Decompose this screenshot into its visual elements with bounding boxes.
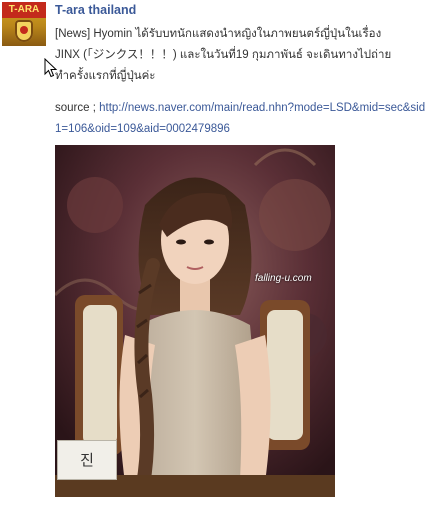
photo-nameplate: 진 xyxy=(57,440,117,480)
photo-watermark: falling-u.com xyxy=(255,273,312,284)
mouse-pointer-icon xyxy=(44,58,58,78)
post-source: source ; http://news.naver.com/main/read… xyxy=(55,98,427,140)
author-name-link[interactable]: T-ara thailand xyxy=(55,3,136,17)
source-label: source ; xyxy=(55,102,100,114)
avatar-logo-text: T-ARA xyxy=(2,2,46,18)
crest-icon xyxy=(15,20,33,42)
source-link[interactable]: http://news.naver.com/main/read.nhn?mode… xyxy=(55,102,425,135)
post-photo[interactable]: falling-u.com 진 xyxy=(55,145,335,497)
news-feed-post: T-ARA T-ara thailand [News] Hyomin ได้รั… xyxy=(0,0,435,509)
post-message: [News] Hyomin ได้รับบทนักแสดงนำหญิงในภาพ… xyxy=(55,28,392,82)
profile-avatar[interactable]: T-ARA xyxy=(2,2,46,46)
